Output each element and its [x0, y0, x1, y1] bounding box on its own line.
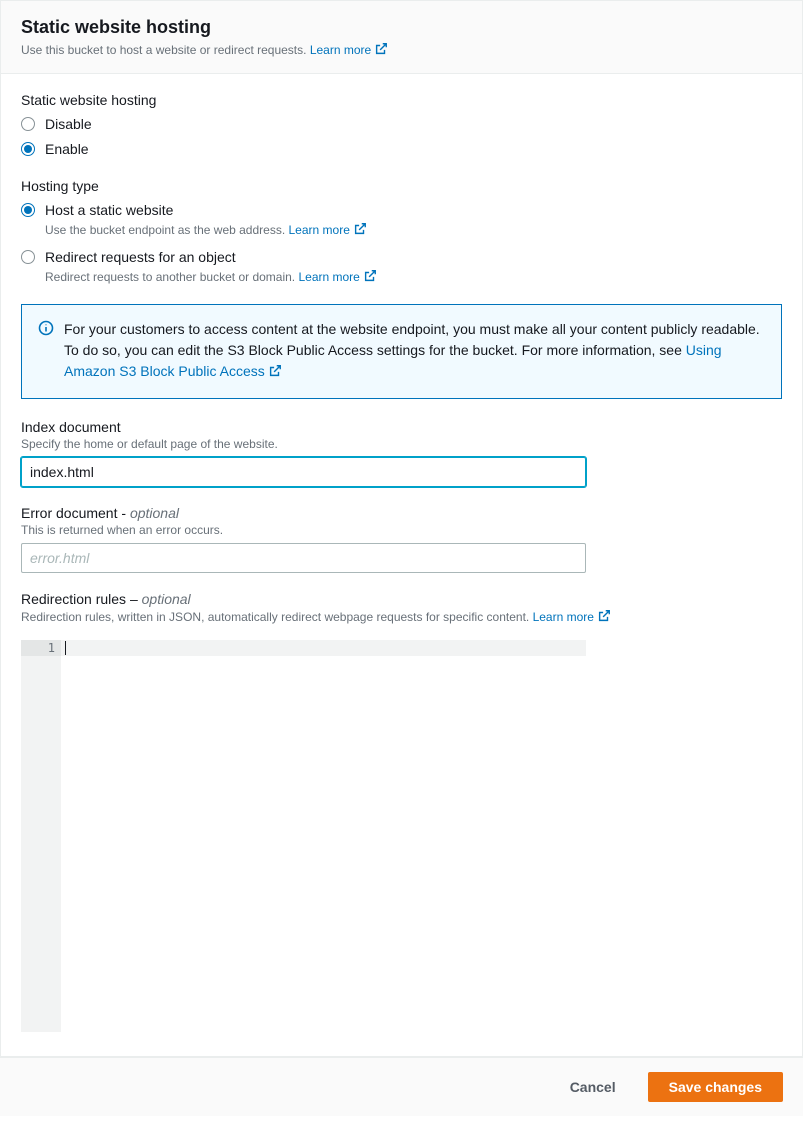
static-hosting-radio-group: Disable Enable [21, 114, 782, 160]
panel-subtitle: Use this bucket to host a website or red… [21, 42, 782, 59]
radio-host-static-desc: Use the bucket endpoint as the web addre… [45, 222, 782, 239]
editor-gutter: 1 [21, 640, 61, 1032]
external-link-icon [597, 609, 611, 626]
public-access-info-box: For your customers to access content at … [21, 304, 782, 399]
redirection-rules-learn-more-link[interactable]: Learn more [533, 610, 611, 624]
redirection-rules-label: Redirection rules – optional [21, 591, 782, 607]
external-link-icon [363, 269, 377, 286]
panel-title: Static website hosting [21, 17, 782, 38]
panel-header: Static website hosting Use this bucket t… [1, 1, 802, 74]
error-document-field: Error document - optional This is return… [21, 505, 782, 573]
line-number: 1 [21, 640, 61, 656]
radio-redirect-desc: Redirect requests to another bucket or d… [45, 269, 782, 286]
cancel-button[interactable]: Cancel [550, 1072, 636, 1102]
redirection-rules-editor[interactable]: 1 [21, 640, 586, 1032]
error-document-desc: This is returned when an error occurs. [21, 523, 782, 537]
external-link-icon [268, 363, 282, 384]
index-document-field: Index document Specify the home or defau… [21, 419, 782, 487]
info-icon [38, 320, 54, 339]
hosting-type-radio-group: Host a static website Use the bucket end… [21, 200, 782, 286]
external-link-icon [353, 222, 367, 239]
error-document-label: Error document - optional [21, 505, 782, 521]
static-website-hosting-panel: Static website hosting Use this bucket t… [0, 0, 803, 1057]
editor-content[interactable] [61, 640, 586, 1032]
radio-redirect[interactable]: Redirect requests for an object Redirect… [21, 247, 782, 286]
header-learn-more-link[interactable]: Learn more [310, 43, 388, 57]
radio-enable[interactable]: Enable [21, 139, 782, 160]
radio-icon [21, 142, 35, 156]
hosting-type-label: Hosting type [21, 178, 782, 194]
redirection-rules-desc: Redirection rules, written in JSON, auto… [21, 609, 782, 626]
radio-icon [21, 203, 35, 217]
external-link-icon [374, 42, 388, 59]
radio-icon [21, 250, 35, 264]
radio-host-static[interactable]: Host a static website Use the bucket end… [21, 200, 782, 239]
host-static-learn-more-link[interactable]: Learn more [289, 223, 367, 237]
radio-disable[interactable]: Disable [21, 114, 782, 135]
redirect-learn-more-link[interactable]: Learn more [298, 270, 376, 284]
panel-body: Static website hosting Disable Enable Ho… [1, 74, 802, 1056]
footer-actions: Cancel Save changes [0, 1057, 803, 1116]
index-document-label: Index document [21, 419, 782, 435]
static-hosting-label: Static website hosting [21, 92, 782, 108]
index-document-input[interactable] [21, 457, 586, 487]
index-document-desc: Specify the home or default page of the … [21, 437, 782, 451]
editor-cursor [65, 641, 66, 655]
redirection-rules-field: Redirection rules – optional Redirection… [21, 591, 782, 626]
radio-icon [21, 117, 35, 131]
error-document-input[interactable] [21, 543, 586, 573]
info-box-text: For your customers to access content at … [64, 319, 765, 384]
save-changes-button[interactable]: Save changes [648, 1072, 783, 1102]
